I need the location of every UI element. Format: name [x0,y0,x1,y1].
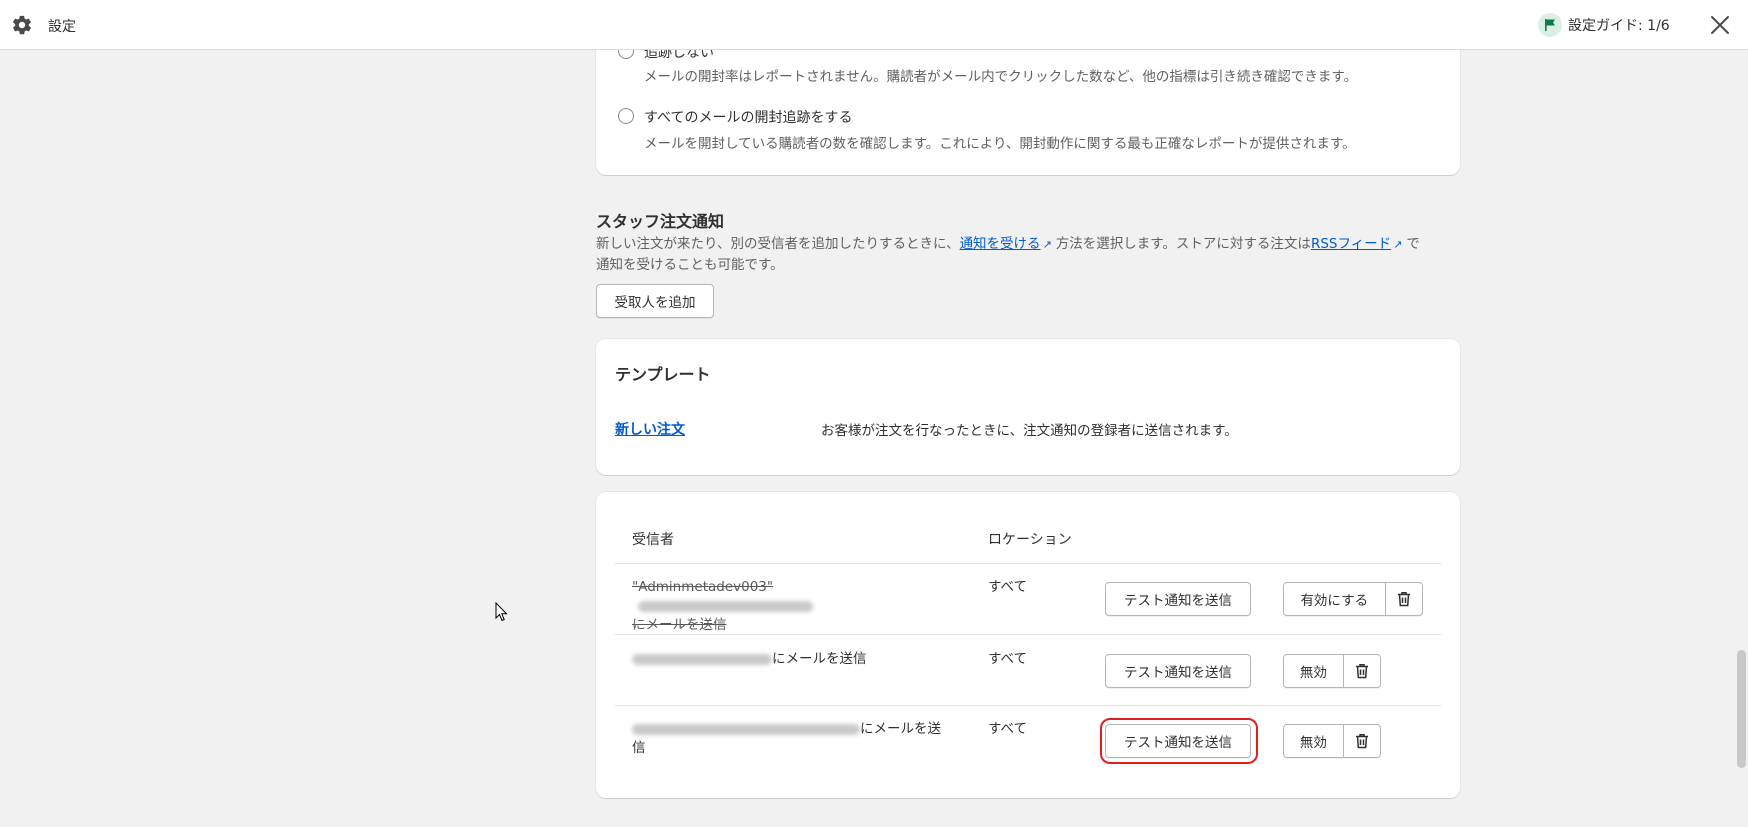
radio-track-all[interactable] [618,108,634,124]
location-column-header: ロケーション [988,532,1072,548]
description-text-1: 新しい注文が来たり、別の受信者を追加したりするときに、 [596,236,960,252]
recipient-name: "Adminmetadev003" [632,579,774,595]
recipient-suffix: にメールを送信 [772,651,867,667]
table-row-location-1: すべて [988,579,1028,595]
no-tracking-help: メールの開封率はレポートされません。購読者がメール内でクリックした数など、他の指… [644,69,1358,85]
description-text-2: 方法を選択します。ストアに対する注文は [1055,236,1311,252]
page-title: 設定 [48,19,76,35]
delete-button[interactable] [1342,725,1380,757]
setup-guide-button[interactable]: 設定ガイド: 1/6 [1538,12,1670,38]
templates-title: テンプレート [615,365,711,384]
add-recipient-button[interactable]: 受取人を追加 [596,284,714,318]
staff-notifications-title: スタッフ注文通知 [596,212,725,231]
disable-button[interactable]: 無効 [1284,725,1343,757]
table-row-location-2: すべて [988,651,1028,667]
enable-button[interactable]: 有効にする [1284,583,1385,615]
gear-icon [13,15,31,35]
recipient-column-header: 受信者 [632,532,674,548]
top-bar: 設定 設定ガイド: 1/6 [0,0,1748,50]
redacted-email [632,723,860,735]
divider [615,705,1441,706]
scrollbar[interactable] [1737,650,1746,768]
table-row-recipient-3: にメールを送信 [632,720,952,758]
send-test-notification-button[interactable]: テスト通知を送信 [1105,724,1251,758]
row-2-actions: 無効 [1283,654,1381,688]
table-row-recipient-2: にメールを送信 [632,650,952,669]
row-3-actions: 無効 [1283,724,1381,758]
new-order-template-link[interactable]: 新しい注文 [615,419,685,439]
radio-track-all-label: すべてのメールの開封追跡をする [644,110,853,126]
rss-feed-link[interactable]: RSSフィード [1311,236,1391,252]
close-icon[interactable] [1708,13,1732,37]
setup-guide-label: 設定ガイド: 1/6 [1568,18,1670,34]
radio-no-tracking-label: 追跡しない [644,50,714,61]
trash-icon [1355,664,1368,679]
delete-button[interactable] [1342,655,1380,687]
email-tracking-card: 追跡しない メールの開封率はレポートされません。購読者がメール内でクリックした数… [596,50,1460,175]
trash-icon [1355,734,1368,749]
disable-button[interactable]: 無効 [1284,655,1343,687]
mouse-cursor-icon [495,602,508,622]
templates-card: テンプレート 新しい注文 お客様が注文を行なったときに、注文通知の登録者に送信さ… [596,339,1460,475]
radio-no-tracking[interactable] [618,50,634,59]
recipient-suffix: にメールを送信 [632,617,727,633]
send-test-notification-button[interactable]: テスト通知を送信 [1105,582,1251,616]
flag-icon [1538,13,1562,37]
track-all-help: メールを開封している購読者の数を確認します。これにより、開封動作に関する最も正確… [644,136,1356,152]
redacted-email [632,653,772,665]
staff-notifications-description: 新しい注文が来たり、別の受信者を追加したりするときに、通知を受ける ↗ 方法を選択し… [596,234,1422,275]
external-link-icon: ↗ [1393,238,1403,251]
table-row-location-3: すべて [988,721,1028,737]
settings-content: 追跡しない メールの開封率はレポートされません。購読者がメール内でクリックした数… [0,50,1748,827]
external-link-icon: ↗ [1042,238,1052,251]
row-1-actions: 有効にする [1283,582,1423,616]
table-row-recipient-1: "Adminmetadev003" にメールを送信 [632,578,952,635]
new-order-template-description: お客様が注文を行なったときに、注文通知の登録者に送信されます。 [821,423,1238,439]
notification-link[interactable]: 通知を受ける [960,236,1041,252]
send-test-notification-button[interactable]: テスト通知を送信 [1105,654,1251,688]
delete-button[interactable] [1384,583,1422,615]
redacted-email [638,600,813,612]
divider [615,563,1441,564]
trash-icon [1397,592,1410,607]
divider [615,634,1441,635]
recipients-card: 受信者 ロケーション "Adminmetadev003" にメールを送信 すべて… [596,492,1460,798]
